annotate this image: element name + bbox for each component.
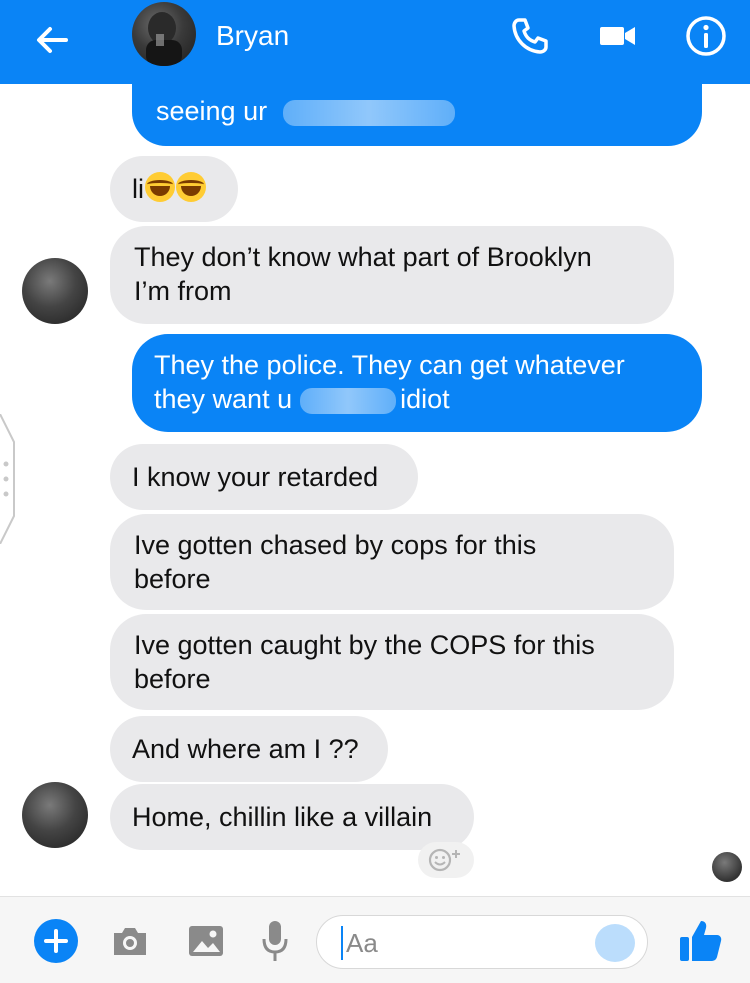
message-outgoing[interactable]: seeing ur [132,84,702,146]
message-list[interactable]: seeing ur li They don’t know what part o… [0,84,750,896]
emoji-plus-icon [428,848,460,872]
message-incoming[interactable]: Ive gotten chased by cops for this befor… [110,514,674,610]
sender-avatar[interactable] [22,258,88,324]
side-drawer-handle[interactable] [0,414,16,544]
message-text: Home, chillin like a villain [132,802,433,832]
composer-bar [0,896,750,983]
sender-avatar[interactable] [22,782,88,848]
message-text-part: they want u [154,384,293,414]
add-reaction-button[interactable] [418,842,474,878]
laughing-tears-emoji-icon [176,172,206,202]
message-text: li [132,174,144,204]
emoji-icon[interactable] [595,924,635,962]
info-icon[interactable] [684,14,728,58]
back-arrow-icon[interactable] [30,18,74,62]
message-text-part: idiot [400,384,450,414]
camera-icon[interactable] [110,921,150,961]
phone-icon[interactable] [510,16,550,56]
message-outgoing[interactable]: They the police. They can get whatever t… [132,334,702,432]
message-text-line: I’m from [134,276,232,306]
message-field[interactable] [316,915,648,969]
microphone-icon[interactable] [260,919,290,963]
thumbs-up-icon[interactable] [676,917,724,965]
message-incoming[interactable]: And where am I ?? [110,716,388,782]
message-incoming[interactable]: Home, chillin like a villain [110,784,474,850]
contact-avatar[interactable] [132,2,196,66]
message-text-line: before [134,564,211,594]
more-actions-button[interactable] [34,919,78,963]
seen-indicator-avatar [712,852,742,882]
image-icon[interactable] [186,921,226,961]
message-incoming[interactable]: Ive gotten caught by the COPS for this b… [110,614,674,710]
message-text: seeing ur [156,96,268,126]
contact-name[interactable]: Bryan [216,20,289,52]
message-incoming[interactable]: I know your retarded [110,444,418,510]
message-text-line: before [134,664,211,694]
laughing-tears-emoji-icon [145,172,175,202]
message-text: I know your retarded [132,462,379,492]
message-input[interactable] [341,926,581,960]
redacted-text [300,387,397,414]
message-incoming[interactable]: li [110,156,238,222]
video-camera-icon[interactable] [598,18,638,54]
plus-icon [44,929,68,953]
conversation-header: Bryan [0,0,750,84]
message-text-line: They the police. They can get whatever [154,350,625,380]
message-text-line: Ive gotten chased by cops for this [134,530,537,560]
message-text-line: They don’t know what part of Brooklyn [134,242,592,272]
message-text-line: Ive gotten caught by the COPS for this [134,630,595,660]
message-incoming[interactable]: They don’t know what part of Brooklyn I’… [110,226,674,324]
redacted-text [282,99,455,126]
message-text: And where am I ?? [132,734,359,764]
